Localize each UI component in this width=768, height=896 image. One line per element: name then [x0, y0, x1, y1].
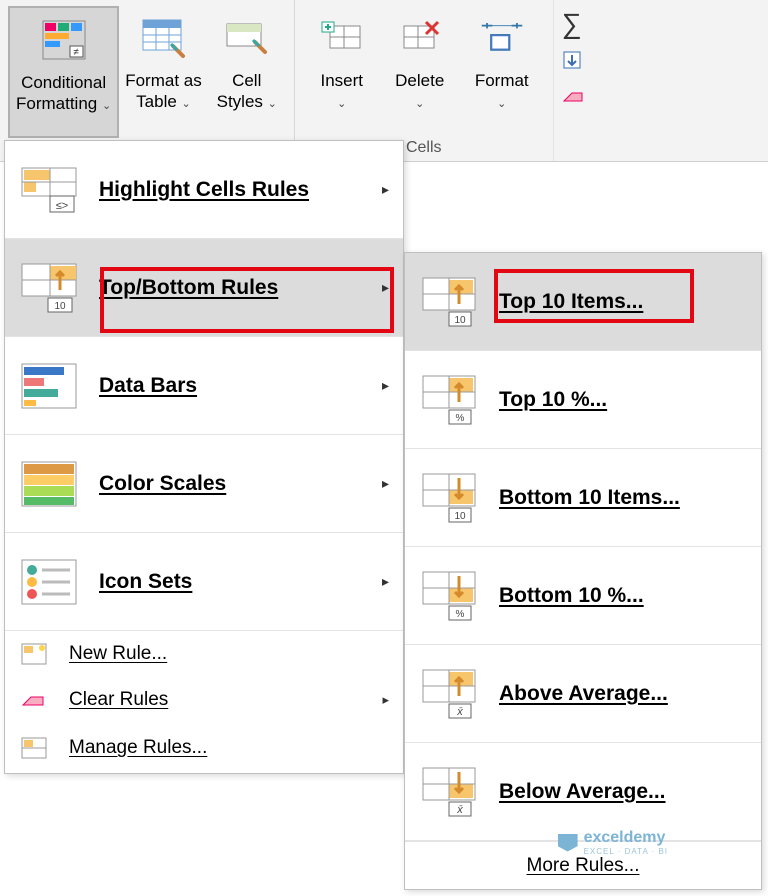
above-average-item[interactable]: x̄ Above Average...: [405, 645, 761, 743]
highlight-cells-rules-icon: ≤>: [19, 160, 79, 220]
bottom-10-items-label: Bottom 10 Items...: [499, 486, 680, 510]
watermark-text: exceldemy: [584, 829, 666, 846]
bottom-10-pct-item[interactable]: % Bottom 10 %...: [405, 547, 761, 645]
data-bars-item[interactable]: Data Bars ▸: [5, 337, 403, 435]
top-bottom-rules-label: Top/Bottom Rules: [99, 276, 278, 300]
highlight-cells-rules-item[interactable]: ≤> Highlight Cells Rules ▸: [5, 141, 403, 239]
svg-text:≤>: ≤>: [56, 200, 68, 212]
top-10-items-icon: 10: [419, 272, 479, 332]
cell-styles-icon: [225, 16, 269, 60]
icon-sets-icon: [19, 552, 79, 612]
data-bars-icon: [19, 356, 79, 416]
cells-group: Insert⌄ Delete⌄: [295, 0, 554, 161]
clear-rules-label: Clear Rules: [69, 689, 168, 711]
autosum-icon[interactable]: ∑: [562, 8, 586, 40]
insert-button[interactable]: Insert⌄: [303, 6, 381, 138]
submenu-arrow-icon: ▸: [382, 377, 389, 394]
format-label: Format⌄: [475, 70, 529, 113]
bottom-10-pct-label: Bottom 10 %...: [499, 584, 644, 608]
new-rule-item[interactable]: New Rule...: [5, 631, 403, 677]
top-10-items-item[interactable]: 10 Top 10 Items...: [405, 253, 761, 351]
conditional-formatting-icon: ≠: [42, 18, 86, 62]
cells-group-label: Cells: [406, 139, 442, 161]
clear-rules-item[interactable]: Clear Rules ▸: [5, 677, 403, 723]
conditional-formatting-button[interactable]: ≠ Conditional Formatting ⌄: [8, 6, 119, 138]
submenu-arrow-icon: ▸: [382, 573, 389, 590]
bottom-10-items-icon: 10: [419, 468, 479, 528]
top-10-pct-label: Top 10 %...: [499, 388, 607, 412]
color-scales-label: Color Scales: [99, 472, 226, 496]
top-10-pct-item[interactable]: % Top 10 %...: [405, 351, 761, 449]
more-rules-label: More Rules...: [527, 855, 640, 877]
delete-icon: [398, 16, 442, 60]
top-bottom-submenu: 10 Top 10 Items... % Top 10 %...: [404, 252, 762, 890]
clear-rules-icon: [19, 687, 49, 713]
watermark-icon: [558, 834, 578, 852]
above-average-icon: x̄: [419, 664, 479, 724]
submenu-arrow-icon: ▸: [382, 181, 389, 198]
svg-text:10: 10: [454, 511, 466, 522]
top-bottom-rules-item[interactable]: 10 Top/Bottom Rules ▸: [5, 239, 403, 337]
clear-icon[interactable]: [562, 87, 586, 112]
icon-sets-item[interactable]: Icon Sets ▸: [5, 533, 403, 631]
top-bottom-rules-icon: 10: [19, 258, 79, 318]
below-average-item[interactable]: x̄ Below Average...: [405, 743, 761, 841]
top-10-items-label: Top 10 Items...: [499, 290, 643, 314]
delete-button[interactable]: Delete⌄: [381, 6, 459, 138]
manage-rules-icon: [19, 735, 49, 761]
svg-text:x̄: x̄: [456, 706, 463, 718]
format-icon: [480, 16, 524, 60]
below-average-icon: x̄: [419, 762, 479, 822]
fill-icon[interactable]: [562, 50, 586, 77]
cell-styles-button[interactable]: Cell Styles ⌄: [208, 6, 286, 138]
insert-icon: [320, 16, 364, 60]
bottom-10-items-item[interactable]: 10 Bottom 10 Items...: [405, 449, 761, 547]
svg-text:x̄: x̄: [456, 804, 463, 816]
color-scales-item[interactable]: Color Scales ▸: [5, 435, 403, 533]
watermark-sub: EXCEL · DATA · BI: [584, 847, 668, 856]
manage-rules-item[interactable]: Manage Rules...: [5, 723, 403, 773]
new-rule-icon: [19, 641, 49, 667]
bottom-10-pct-icon: %: [419, 566, 479, 626]
delete-label: Delete⌄: [395, 70, 444, 113]
format-as-table-label: Format as Table ⌄: [125, 70, 202, 113]
submenu-arrow-icon: ▸: [382, 692, 389, 708]
submenu-arrow-icon: ▸: [382, 475, 389, 492]
icon-sets-label: Icon Sets: [99, 570, 192, 594]
highlight-cells-rules-label: Highlight Cells Rules: [99, 178, 309, 202]
svg-text:%: %: [456, 609, 465, 620]
above-average-label: Above Average...: [499, 682, 668, 706]
new-rule-label: New Rule...: [69, 643, 167, 665]
conditional-formatting-menu: ≤> Highlight Cells Rules ▸ 10 Top/Bottom…: [4, 140, 404, 774]
svg-text:10: 10: [454, 315, 466, 326]
format-as-table-button[interactable]: Format as Table ⌄: [119, 6, 208, 138]
insert-label: Insert⌄: [320, 70, 363, 113]
svg-text:%: %: [456, 413, 465, 424]
manage-rules-label: Manage Rules...: [69, 737, 207, 759]
data-bars-label: Data Bars: [99, 374, 197, 398]
color-scales-icon: [19, 454, 79, 514]
editing-group: ∑: [554, 0, 594, 161]
top-10-pct-icon: %: [419, 370, 479, 430]
svg-text:≠: ≠: [73, 47, 79, 58]
submenu-arrow-icon: ▸: [382, 279, 389, 296]
watermark: exceldemy EXCEL · DATA · BI: [558, 829, 668, 856]
below-average-label: Below Average...: [499, 780, 666, 804]
svg-text:10: 10: [54, 301, 66, 312]
format-button[interactable]: Format⌄: [459, 6, 545, 138]
cell-styles-label: Cell Styles ⌄: [217, 70, 277, 113]
format-as-table-icon: [141, 16, 185, 60]
ribbon: ≠ Conditional Formatting ⌄: [0, 0, 768, 162]
conditional-formatting-label: Conditional Formatting ⌄: [16, 72, 111, 115]
styles-group: ≠ Conditional Formatting ⌄: [0, 0, 295, 161]
